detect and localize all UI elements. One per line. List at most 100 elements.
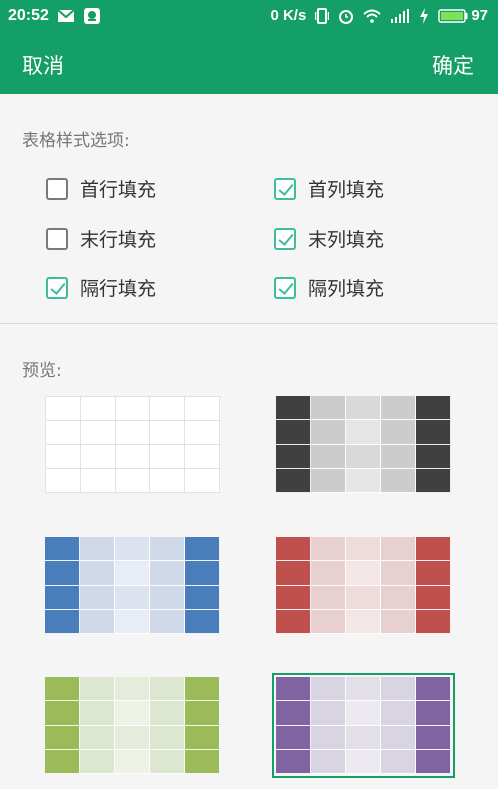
table-cell [416,396,451,421]
network-speed: 0 K/s [270,7,307,24]
table-cell [115,701,150,726]
table-cell [45,561,80,586]
wifi-icon [363,9,381,23]
table-cell [150,397,186,421]
table-cell [150,421,186,445]
table-cell [45,749,80,774]
table-cell [185,561,220,586]
table-cell [80,469,116,493]
table-cell [80,585,115,610]
table-cell [115,537,150,562]
table-style-black[interactable] [276,396,451,493]
table-cell [80,561,115,586]
option-last-column[interactable]: 末列填充 [274,225,384,252]
table-cell [346,537,381,562]
charging-icon [420,7,429,24]
table-cell [416,420,451,445]
table-cell [311,444,346,469]
table-cell [381,396,416,421]
table-cell [346,585,381,610]
status-bar: 20:52 0 K/s 97 [0,0,498,34]
status-time: 20:52 [8,7,49,24]
table-cell [346,561,381,586]
table-cell [80,725,115,750]
table-cell [416,609,451,634]
table-cell [311,420,346,445]
table-cell [115,561,150,586]
option-banded-rows[interactable]: 隔行填充 [46,274,156,301]
checkbox[interactable] [46,276,68,299]
table-cell [346,420,381,445]
table-cell [311,561,346,586]
table-cell [150,469,186,493]
table-style-options: 表格样式选项: 首行填充 首列填充 末行填充 末列填充 隔行填充 隔列填充 [0,94,498,324]
table-cell [416,537,451,562]
option-label: 首行填充 [80,179,157,201]
table-cell [80,537,115,562]
preview-title: 预览: [22,361,62,381]
table-style-blue[interactable] [45,537,220,634]
checkbox[interactable] [274,276,296,299]
table-cell [80,749,115,774]
checkbox[interactable] [274,227,296,250]
table-style-green[interactable] [45,677,220,774]
table-cell [416,444,451,469]
table-cell [276,561,311,586]
table-cell [115,445,151,469]
table-cell [185,469,220,493]
table-cell [150,585,185,610]
table-cell [45,537,80,562]
confirm-button[interactable]: 确定 [432,50,474,80]
table-cell [311,585,346,610]
option-label: 隔列填充 [308,278,385,300]
table-cell [311,396,346,421]
table-cell [115,749,150,774]
table-cell [115,609,150,634]
table-cell [276,468,311,493]
table-cell [381,561,416,586]
table-cell [311,537,346,562]
table-cell [45,701,80,726]
table-cell [185,677,220,702]
option-label: 隔行填充 [80,278,157,300]
option-label: 首列填充 [308,179,385,201]
table-cell [115,469,151,493]
table-style-white[interactable] [45,396,220,493]
table-cell [185,421,220,445]
table-cell [276,444,311,469]
table-cell [381,537,416,562]
table-cell [346,444,381,469]
checkbox[interactable] [46,227,68,250]
checkbox[interactable] [46,177,68,200]
option-banded-columns[interactable]: 隔列填充 [274,274,384,301]
selected-style-frame [272,673,455,778]
table-cell [276,420,311,445]
table-cell [150,749,185,774]
table-cell [416,585,451,610]
checkbox[interactable] [274,177,296,200]
table-cell [276,609,311,634]
alarm-icon [339,9,354,24]
vibrate-icon [315,7,330,24]
table-cell [276,537,311,562]
table-cell [150,445,186,469]
option-last-row[interactable]: 末行填充 [46,225,156,252]
table-cell [185,397,220,421]
table-cell [276,585,311,610]
signal-icon [391,8,410,23]
table-cell [150,537,185,562]
table-style-red[interactable] [276,537,451,634]
table-cell [185,445,220,469]
table-cell [115,397,151,421]
notification-app-icon [83,8,100,24]
option-first-row[interactable]: 首行填充 [46,175,156,202]
option-first-column[interactable]: 首列填充 [274,175,384,202]
table-cell [45,725,80,750]
table-cell [185,537,220,562]
table-cell [150,701,185,726]
cancel-button[interactable]: 取消 [22,50,64,80]
dialog-header: 取消 确定 [0,34,498,94]
table-cell [185,725,220,750]
table-cell [80,609,115,634]
table-cell [80,445,116,469]
